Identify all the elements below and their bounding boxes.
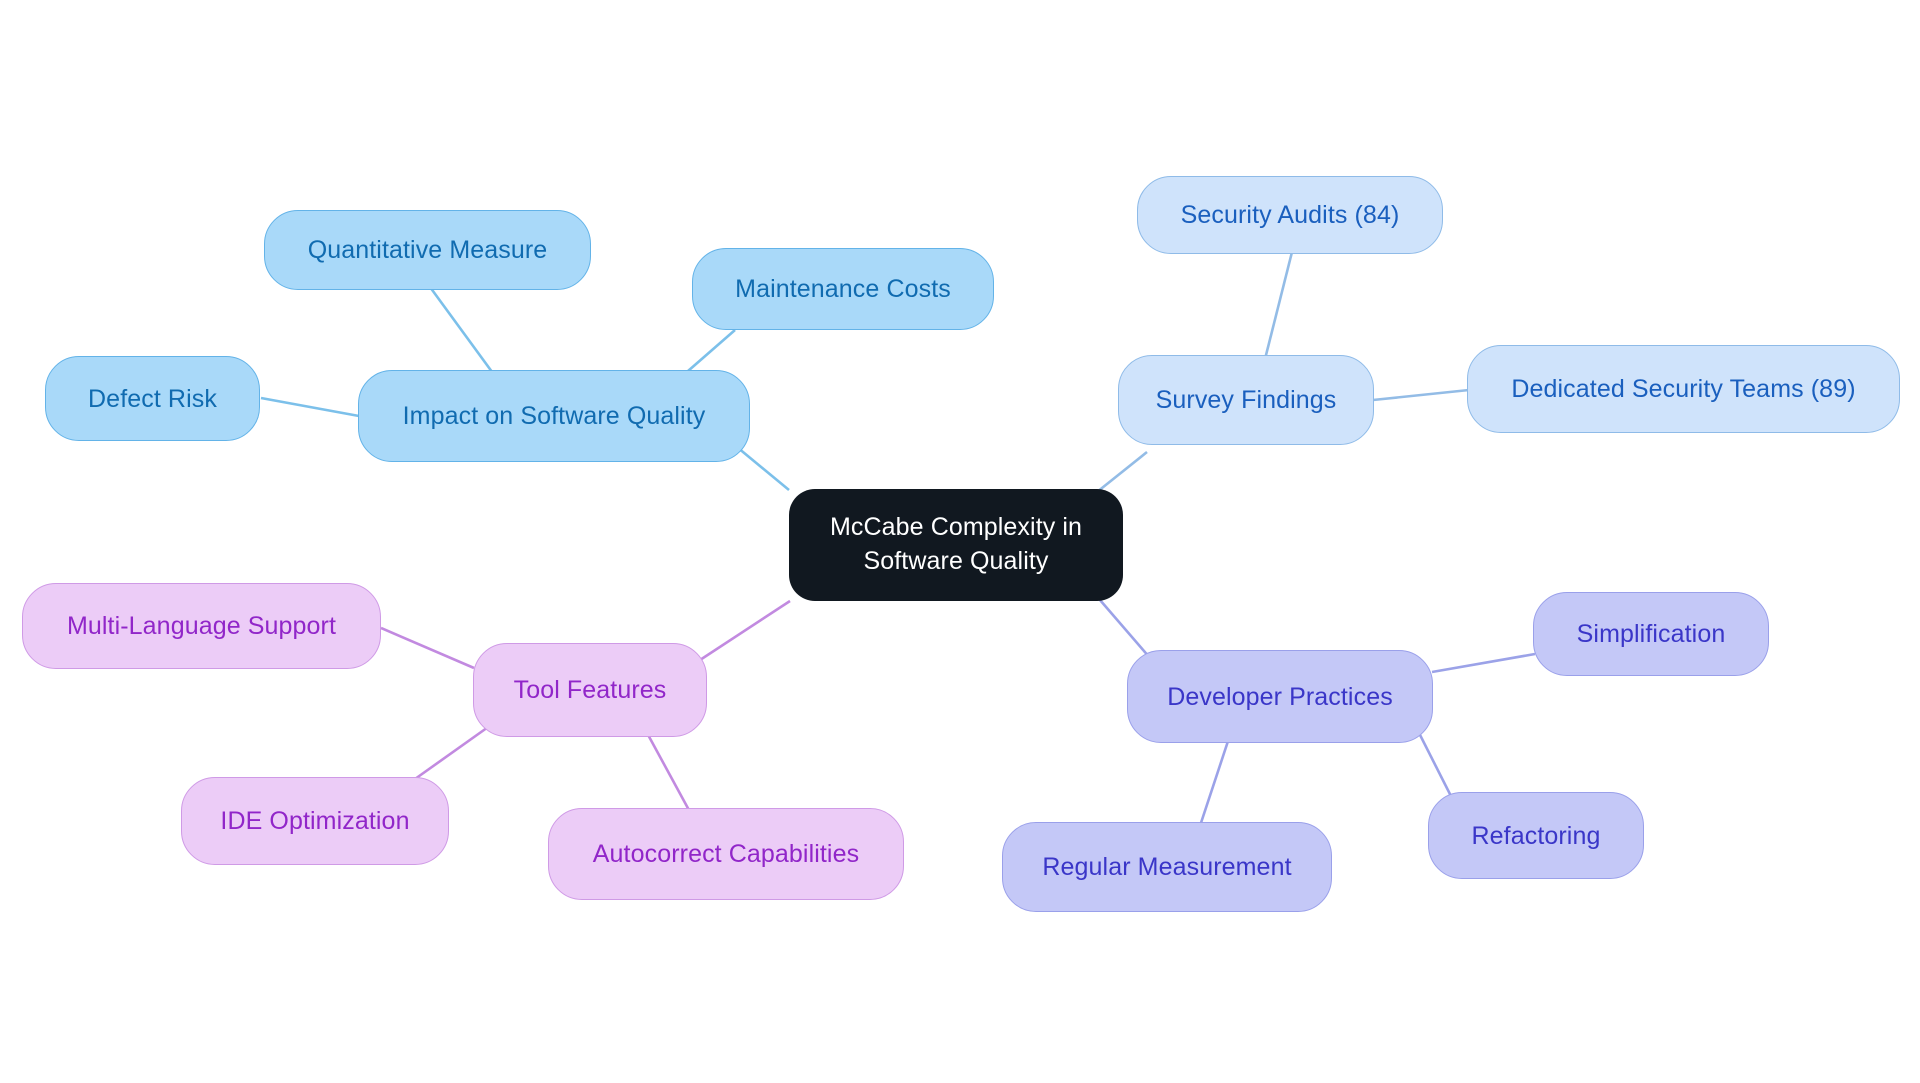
- node-simplification[interactable]: Simplification: [1533, 592, 1769, 676]
- node-autocorrect-capabilities[interactable]: Autocorrect Capabilities: [548, 808, 904, 900]
- node-tool-features[interactable]: Tool Features: [473, 643, 707, 737]
- node-dedicated-security-teams[interactable]: Dedicated Security Teams (89): [1467, 345, 1900, 433]
- node-maintenance-costs[interactable]: Maintenance Costs: [692, 248, 994, 330]
- edge-root-tool: [699, 599, 791, 662]
- edge-impact-defect: [260, 396, 360, 418]
- edge-developer-simplification: [1431, 652, 1536, 674]
- node-defect-risk[interactable]: Defect Risk: [45, 356, 260, 441]
- node-multi-language-support[interactable]: Multi-Language Support: [22, 583, 381, 669]
- node-quantitative-measure[interactable]: Quantitative Measure: [264, 210, 591, 290]
- node-impact-on-software-quality[interactable]: Impact on Software Quality: [358, 370, 750, 462]
- edge-survey-audits: [1260, 251, 1294, 372]
- node-refactoring[interactable]: Refactoring: [1428, 792, 1644, 879]
- node-security-audits[interactable]: Security Audits (84): [1137, 176, 1443, 254]
- node-regular-measurement[interactable]: Regular Measurement: [1002, 822, 1332, 912]
- node-root[interactable]: McCabe Complexity in Software Quality: [789, 489, 1123, 601]
- node-survey-findings[interactable]: Survey Findings: [1118, 355, 1374, 445]
- node-developer-practices[interactable]: Developer Practices: [1127, 650, 1433, 743]
- edge-survey-teams: [1372, 388, 1470, 402]
- edge-tool-multilanguage: [380, 626, 475, 670]
- mindmap-canvas: McCabe Complexity in Software Quality Im…: [0, 0, 1920, 1083]
- node-ide-optimization[interactable]: IDE Optimization: [181, 777, 449, 865]
- edge-root-survey: [1096, 450, 1148, 494]
